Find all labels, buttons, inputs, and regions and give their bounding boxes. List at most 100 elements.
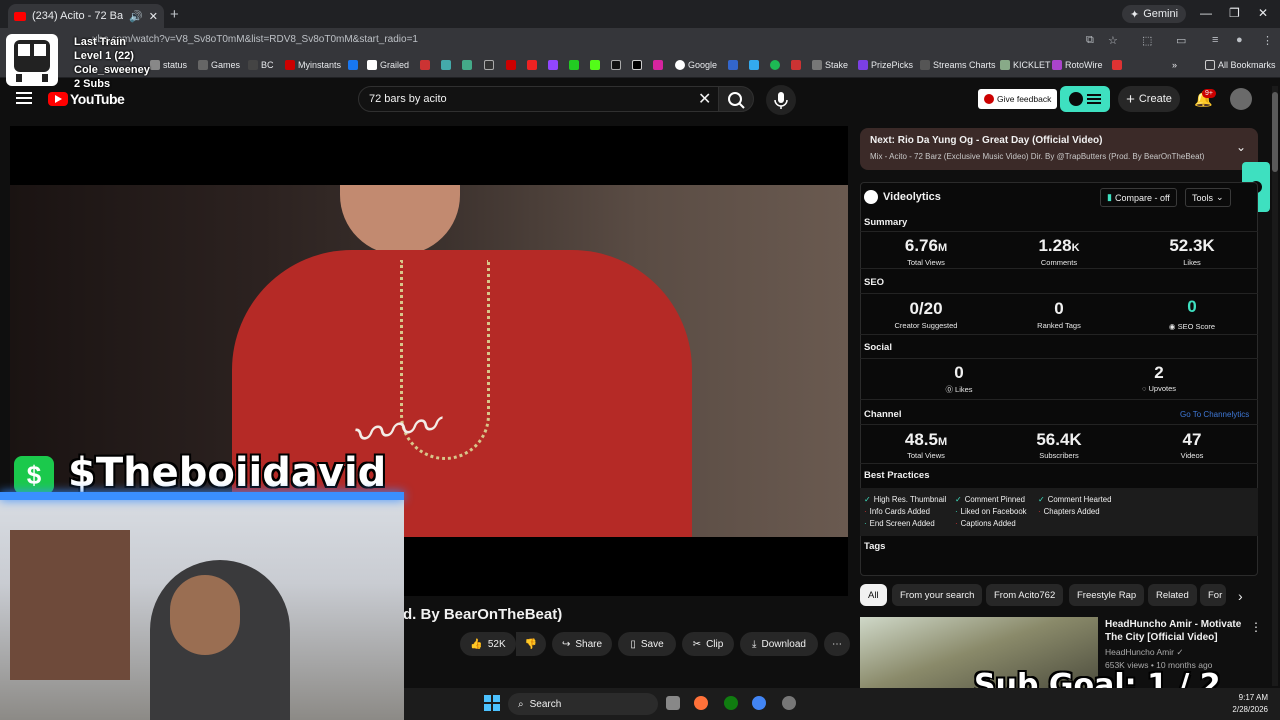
bookmark-10[interactable] [611,60,621,70]
chip-freestyle-rap[interactable]: Freestyle Rap [1069,584,1145,606]
bookmark-label: Google [688,60,718,70]
bookmark-spotify[interactable] [770,60,780,70]
more-options-icon[interactable]: ⋮ [1250,620,1262,634]
url-field[interactable]: ube.com/watch?v=V8_Sv8oT0mM&list=RDV8_Sv… [92,34,418,45]
chip-related[interactable]: Related [1148,584,1197,606]
bookmark-kicklet[interactable]: KICKLET [1000,60,1051,70]
firefox-icon[interactable] [694,696,708,710]
minimize-icon[interactable]: — [1200,6,1212,20]
save-button[interactable]: ▯ Save [618,632,676,656]
videolytics-toggle-button[interactable] [1060,86,1110,112]
chevron-down-icon[interactable]: ⌄ [1236,140,1246,154]
bookmark-games[interactable]: Games [198,60,240,70]
recommendation-channel[interactable]: HeadHuncho Amir ✓ [1105,647,1183,658]
chip-from-search[interactable]: From your search [892,584,983,606]
like-button[interactable]: 👍 52K [460,632,516,656]
all-bookmarks[interactable]: All Bookmarks [1205,60,1276,70]
stat-value: 1.28 [1038,236,1072,255]
bookmark-stake[interactable]: Stake [812,60,848,70]
bookmark-2[interactable] [441,60,451,70]
bookmark-13[interactable] [728,60,738,70]
bookmark-6[interactable] [527,60,537,70]
chip-for-you[interactable]: For [1200,584,1226,606]
download-button[interactable]: ⤓ Download [740,632,818,656]
bookmark-4[interactable] [484,60,494,70]
share-button[interactable]: ↪ Share [552,632,612,656]
channel-name: HeadHuncho Amir [1105,647,1174,657]
bookmark-7[interactable] [548,60,558,70]
new-tab-button[interactable]: + [170,6,179,23]
chip-from-acito[interactable]: From Acito762 [986,584,1064,606]
share-label: Share [575,638,603,650]
dislike-button[interactable]: 👎 [516,632,546,656]
clip-button[interactable]: ✂ Clip [682,632,734,656]
voice-search-button[interactable] [766,85,796,115]
cast-icon[interactable]: ▭ [1176,34,1186,47]
bookmark-sc[interactable] [420,60,430,70]
maximize-icon[interactable]: ❐ [1229,6,1240,20]
bookmark-9[interactable] [590,60,600,70]
profile-icon[interactable]: ● [1236,34,1243,46]
more-bookmarks-icon[interactable]: » [1172,60,1177,70]
bookmark-prizepicks[interactable]: PrizePicks [858,60,913,70]
recommendation-title[interactable]: HeadHuncho Amir - Motivate The City [Off… [1105,618,1245,644]
speaker-icon[interactable]: 🔊 [129,10,143,23]
go-to-channelytics-link[interactable]: Go To Channelytics [1180,410,1249,419]
youtube-logo-icon[interactable] [48,92,68,106]
taskbar-clock[interactable]: 9:17 AM 2/28/2026 [1210,692,1268,716]
chevron-right-icon[interactable]: › [1238,588,1243,604]
extensions-icon[interactable]: ⬚ [1142,34,1152,47]
hamburger-menu-icon[interactable] [16,92,32,94]
bookmark-rotowire[interactable]: RotoWire [1052,60,1103,70]
bookmark-grailed[interactable]: Grailed [367,60,409,70]
compare-button[interactable]: ▮ Compare - off [1100,188,1177,207]
bookmark-16[interactable] [1112,60,1122,70]
bookmark-5[interactable] [506,60,516,70]
taskbar-search[interactable]: ⌕ Search [508,693,658,715]
install-icon[interactable]: ⧉ [1086,34,1094,47]
summary-comments: 1.28K [999,236,1119,256]
give-feedback-button[interactable]: Give feedback [978,89,1058,109]
search-button[interactable] [718,86,754,112]
chrome-icon[interactable] [752,696,766,710]
tools-button[interactable]: Tools ⌄ [1185,188,1231,207]
gemini-button[interactable]: ✦ Gemini [1122,5,1187,23]
windows-start-icon[interactable] [484,695,500,716]
create-button[interactable]: + Create [1118,86,1180,112]
bookmark-google[interactable]: Google [675,60,717,70]
scrollbar-track[interactable] [1272,86,1278,686]
bookmark-myinstants[interactable]: Myinstants [285,60,341,70]
app-icon[interactable] [782,696,796,710]
bookmark-star-icon[interactable]: ☆ [1108,34,1118,47]
clear-search-icon[interactable]: ✕ [698,89,711,109]
xbox-icon[interactable] [724,696,738,710]
more-actions-icon[interactable]: ⋯ [824,632,850,656]
task-view-icon[interactable] [666,696,680,710]
chip-all[interactable]: All [860,584,887,606]
bookmark-facebook[interactable] [348,60,358,70]
media-icon[interactable]: ≡ [1212,34,1218,46]
bookmark-11[interactable] [632,60,642,70]
bookmark-3[interactable] [462,60,472,70]
bookmark-status[interactable]: status [150,60,187,70]
menu-icon[interactable]: ⋮ [1262,34,1273,47]
bookmark-bc[interactable]: BC [248,60,274,70]
bookmark-8[interactable] [569,60,579,70]
avatar[interactable] [1230,88,1252,110]
youtube-logo-text[interactable]: YouTube [70,91,125,107]
browser-tab[interactable]: (234) Acito - 72 Barz (Exclus 🔊 ✕ [8,4,164,28]
verified-icon: ✓ [1173,647,1184,657]
bookmark-14[interactable] [749,60,759,70]
tab-title: (234) Acito - 72 Barz (Exclus [32,10,124,22]
close-window-icon[interactable]: ✕ [1258,6,1268,20]
scrollbar-thumb[interactable] [1272,92,1278,172]
search-input[interactable]: 72 bars by acito [358,86,720,112]
stat-label: Total Views [907,451,945,460]
bookmark-12[interactable] [653,60,663,70]
close-tab-icon[interactable]: ✕ [149,10,158,23]
overlay-line-4: 2 Subs [74,78,111,90]
x-mark-icon: · [1038,507,1041,516]
bookmark-15[interactable] [791,60,801,70]
seo-heading: SEO [864,277,885,288]
bookmark-streams-charts[interactable]: Streams Charts [920,60,996,70]
